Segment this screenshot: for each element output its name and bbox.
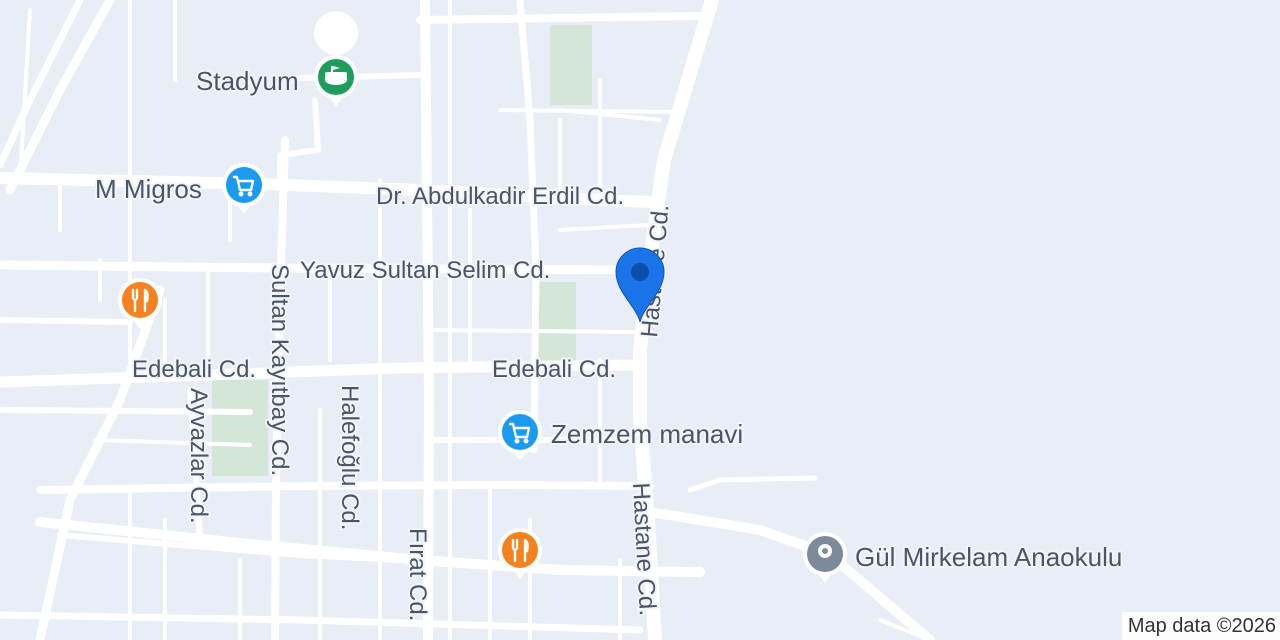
road-label-ayvazlar: Ayvazlar Cd.: [185, 388, 212, 524]
road-label-edebali-west: Edebali Cd.: [132, 356, 256, 383]
park-central: [536, 282, 576, 362]
road-west-edge[interactable]: [0, 317, 133, 325]
poi-label: Stadyum: [196, 66, 299, 96]
poi-label: Gül Mirkelam Anaokulu: [855, 542, 1122, 572]
road-label-halefoğlu: Halefoğlu Cd.: [336, 385, 363, 530]
park-north: [550, 25, 592, 105]
place-dot-icon: [818, 544, 832, 558]
road-label-fırat: Fırat Cd.: [404, 528, 431, 621]
road-north-avenue[interactable]: [416, 12, 704, 24]
road-label-sultan-kayıtbay: Sultan Kayıtbay Cd.: [266, 264, 293, 476]
road-label-yavuz-sultan-selim: Yavuz Sultan Selim Cd.: [300, 257, 550, 284]
park-west: [212, 380, 268, 476]
poi-pin: [314, 11, 359, 55]
poi-label: M Migros: [95, 174, 202, 204]
map-canvas[interactable]: Dr. Abdulkadir Erdil Cd. Yavuz Sultan Se…: [0, 0, 1280, 640]
road-label-edebali-east: Edebali Cd.: [492, 356, 616, 383]
poi-label: Zemzem manavi: [551, 419, 743, 449]
road-label-dr-abdulkadir-erdil: Dr. Abdulkadir Erdil Cd.: [376, 183, 624, 210]
map-attribution[interactable]: Map data ©2026: [1121, 612, 1280, 640]
